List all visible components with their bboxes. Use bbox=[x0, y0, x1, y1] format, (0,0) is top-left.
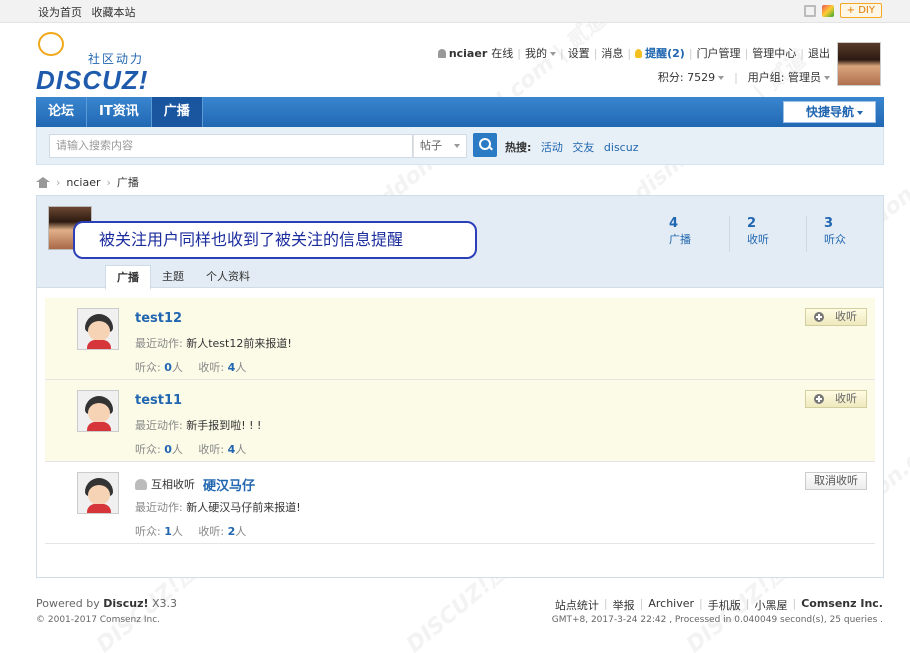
hot-search: 热搜: 活动 交友 discuz bbox=[505, 139, 644, 155]
usergroup-menu[interactable]: 用户组: 管理员 bbox=[748, 69, 830, 85]
hot-word[interactable]: 活动 bbox=[541, 141, 563, 154]
stat-followers[interactable]: 3 听众 bbox=[806, 216, 883, 252]
counts: 听众: 0人 收听: 4人 bbox=[135, 361, 247, 374]
bookmark-link[interactable]: 收藏本站 bbox=[92, 6, 142, 19]
follow-button[interactable]: 收听 bbox=[805, 308, 867, 326]
search-input[interactable]: 请输入搜索内容 bbox=[49, 134, 413, 158]
avatar[interactable] bbox=[77, 472, 119, 514]
bulb-icon bbox=[635, 48, 643, 58]
search-type-select[interactable]: 帖子 bbox=[413, 134, 467, 158]
footer-powered: Powered by Discuz! X3.3 bbox=[36, 597, 178, 610]
nav-it-news[interactable]: IT资讯 bbox=[87, 97, 152, 127]
portal-admin-link[interactable]: 门户管理 bbox=[697, 45, 741, 61]
search-bar: 请输入搜索内容 帖子 热搜: 活动 交友 discuz bbox=[36, 127, 884, 165]
stat-broadcast[interactable]: 4 广播 bbox=[652, 216, 729, 252]
search-button[interactable] bbox=[473, 133, 497, 157]
follow-list: test12 最近动作: 新人test12前来报道! 听众: 0人 收听: 4人… bbox=[45, 298, 875, 544]
tab-profile[interactable]: 个人资料 bbox=[195, 265, 261, 289]
remind-link[interactable]: 提醒(2) bbox=[645, 45, 685, 61]
stat-following[interactable]: 2 收听 bbox=[729, 216, 806, 252]
username-link[interactable]: test12 bbox=[135, 311, 182, 326]
my-menu[interactable]: 我的 bbox=[525, 45, 556, 61]
diy-button[interactable]: + DIY bbox=[839, 3, 882, 18]
nav-forum[interactable]: 论坛 bbox=[36, 97, 88, 127]
site-logo[interactable]: 社区动力 DISCUZ! bbox=[36, 32, 156, 95]
follow-panel: 被关注用户同样也收到了被关注的信息提醒 4 广播 2 收听 3 听众 广播 主题… bbox=[36, 195, 884, 578]
plus-icon bbox=[814, 394, 824, 404]
profile-header: 被关注用户同样也收到了被关注的信息提醒 4 广播 2 收听 3 听众 广播 主题… bbox=[37, 196, 883, 290]
hot-word[interactable]: discuz bbox=[604, 141, 639, 154]
settings-link[interactable]: 设置 bbox=[568, 45, 590, 61]
user-bar: nciaer 在线 | 我的 | 设置 | 消息 | 提醒(2) | 门户管理 … bbox=[437, 45, 830, 61]
footer-company-link[interactable]: Comsenz Inc. bbox=[801, 597, 883, 613]
logo-name: DISCUZ! bbox=[36, 65, 149, 95]
footer-link-blackroom[interactable]: 小黑屋 bbox=[754, 597, 787, 613]
footer-links: 站点统计 | 举报 | Archiver | 手机版 | 小黑屋 | Comsenz In… bbox=[554, 597, 883, 613]
recent-action: 最近动作: 新手报到啦! ! ! bbox=[135, 419, 262, 432]
breadcrumb: › nciaer › 广播 bbox=[36, 174, 139, 190]
set-home-link[interactable]: 设为首页 bbox=[38, 6, 88, 19]
footer-link-mobile[interactable]: 手机版 bbox=[708, 597, 741, 613]
logo-bubble-icon bbox=[38, 32, 64, 56]
username-link[interactable]: test11 bbox=[135, 393, 182, 408]
follow-button[interactable]: 收听 bbox=[805, 390, 867, 408]
hot-search-label: 热搜: bbox=[505, 141, 532, 154]
profile-stats: 4 广播 2 收听 3 听众 bbox=[652, 216, 883, 252]
messages-link[interactable]: 消息 bbox=[601, 45, 623, 61]
mutual-follow-badge: 互相收听 bbox=[135, 476, 195, 492]
footer-info: GMT+8, 2017-3-24 22:42 , Processed in 0.… bbox=[551, 615, 883, 625]
user-icon bbox=[437, 48, 446, 58]
fullscreen-icon[interactable] bbox=[803, 4, 816, 17]
profile-tabs: 广播 主题 个人资料 bbox=[105, 265, 261, 290]
recent-action: 最近动作: 新人硬汉马仔前来报道! bbox=[135, 501, 301, 514]
footer-link-report[interactable]: 举报 bbox=[613, 597, 635, 613]
user-avatar[interactable] bbox=[837, 42, 881, 86]
hot-word[interactable]: 交友 bbox=[572, 141, 594, 154]
counts: 听众: 0人 收听: 4人 bbox=[135, 443, 247, 456]
breadcrumb-item[interactable]: nciaer bbox=[66, 176, 100, 189]
recent-action: 最近动作: 新人test12前来报道! bbox=[135, 337, 292, 350]
username-link[interactable]: 硬汉马仔 bbox=[203, 475, 255, 494]
main-nav: 论坛 IT资讯 广播 快捷导航 bbox=[36, 97, 884, 127]
list-item: test12 最近动作: 新人test12前来报道! 听众: 0人 收听: 4人… bbox=[45, 298, 875, 380]
top-bar: 设为首页 收藏本站 + DIY bbox=[0, 0, 910, 23]
plus-icon bbox=[814, 312, 824, 322]
nav-broadcast[interactable]: 广播 bbox=[151, 97, 203, 127]
avatar[interactable] bbox=[77, 308, 119, 350]
list-item: 互相收听 硬汉马仔 最近动作: 新人硬汉马仔前来报道! 听众: 1人 收听: 2… bbox=[45, 462, 875, 544]
annotation-callout: 被关注用户同样也收到了被关注的信息提醒 bbox=[73, 221, 477, 259]
list-item: test11 最近动作: 新手报到啦! ! ! 听众: 0人 收听: 4人 收听 bbox=[45, 380, 875, 462]
online-status: 在线 bbox=[491, 47, 514, 60]
points-menu[interactable]: 积分: 7529 bbox=[658, 69, 725, 85]
footer-copyright: © 2001-2017 Comsenz Inc. bbox=[36, 615, 161, 625]
mutual-follow-icon bbox=[135, 478, 147, 490]
tab-threads[interactable]: 主题 bbox=[151, 265, 195, 289]
tab-broadcast[interactable]: 广播 bbox=[105, 265, 151, 290]
discuz-link[interactable]: Discuz! bbox=[103, 597, 148, 610]
username-link[interactable]: nciaer bbox=[449, 47, 487, 60]
unfollow-button[interactable]: 取消收听 bbox=[805, 472, 867, 490]
color-icon[interactable] bbox=[821, 4, 834, 17]
counts: 听众: 1人 收听: 2人 bbox=[135, 525, 247, 538]
footer-link-archiver[interactable]: Archiver bbox=[648, 597, 694, 613]
admin-center-link[interactable]: 管理中心 bbox=[752, 45, 796, 61]
footer-link-stats[interactable]: 站点统计 bbox=[555, 597, 599, 613]
home-icon[interactable] bbox=[36, 176, 50, 188]
user-bar-secondary: 积分: 7529 | 用户组: 管理员 bbox=[658, 69, 830, 85]
avatar[interactable] bbox=[77, 390, 119, 432]
quick-nav-button[interactable]: 快捷导航 bbox=[782, 101, 876, 123]
logout-link[interactable]: 退出 bbox=[808, 45, 830, 61]
breadcrumb-item[interactable]: 广播 bbox=[117, 174, 139, 190]
